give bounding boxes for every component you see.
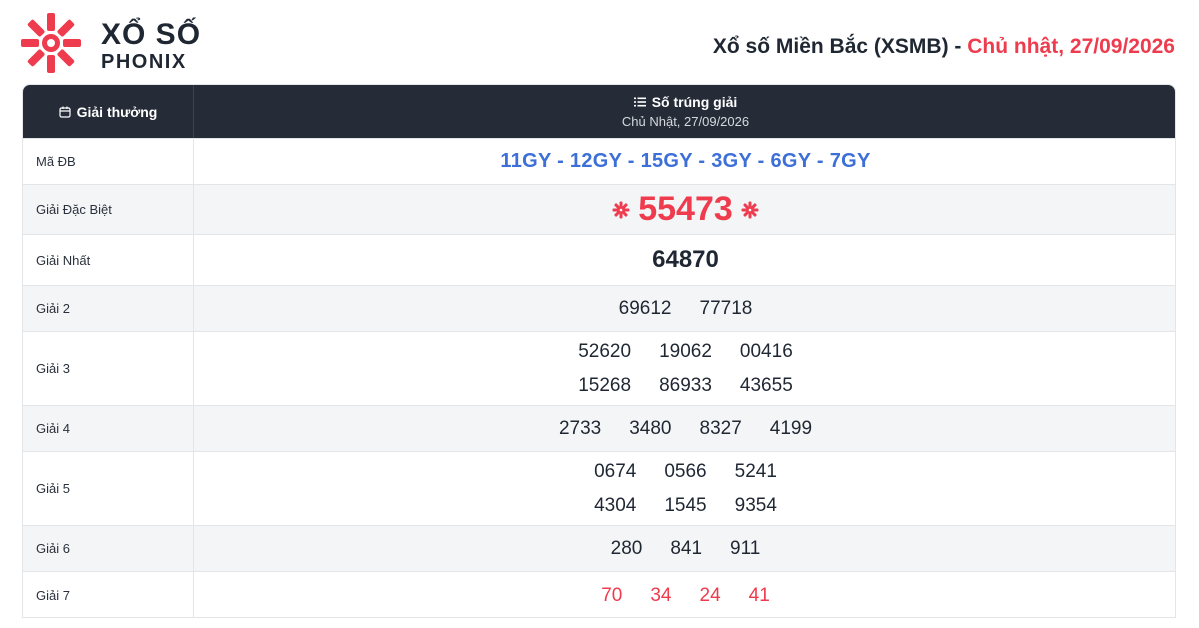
row-label: Giải Nhất: [23, 235, 194, 285]
results-table: Giải thưởng Số trúng giải Chủ Nhật, 27/0…: [22, 84, 1176, 618]
prize-number: 4199: [769, 417, 813, 439]
header-draw-date: Chủ Nhật, 27/09/2026: [621, 114, 750, 129]
flower-icon: [741, 201, 759, 218]
brand-wordmark[interactable]: XỔ SỐ PHONIX: [101, 18, 202, 74]
prize-number: 1545: [664, 494, 707, 516]
page-header: XỔ SỐ PHONIX Xổ số Miền Bắc (XSMB) - Chủ…: [0, 0, 1199, 84]
prize-number: 4304: [594, 494, 637, 516]
row-giai-3: Giải 3 52620 19062 00416 15268 86933 436…: [23, 331, 1175, 405]
row-dac-biet: Giải Đặc Biệt 55473: [23, 184, 1175, 234]
flower-icon: [612, 201, 630, 218]
row-label: Giải Đặc Biệt: [23, 185, 194, 234]
prize-number: 0674: [594, 460, 637, 482]
row-ma-db: Mã ĐB 11GY - 12GY - 15GY - 3GY - 6GY - 7…: [23, 138, 1175, 184]
header-numbers-label: Số trúng giải: [651, 94, 738, 110]
prize-number: 5241: [734, 460, 777, 482]
phonix-logo-icon[interactable]: [20, 12, 82, 74]
brand-line2: PHONIX: [101, 51, 187, 73]
prize-number: 0566: [664, 460, 707, 482]
special-prize-number: 55473: [638, 190, 733, 228]
page-title: Xổ số Miền Bắc (XSMB) - Chủ nhật, 27/09/…: [713, 35, 1175, 59]
list-icon: [633, 97, 646, 107]
row-giai-5: Giải 5 0674 0566 5241 4304 1545 9354: [23, 451, 1175, 525]
prize-number: 2733: [558, 417, 602, 439]
prize-number: 34: [650, 584, 672, 606]
prize-number: 19062: [659, 340, 712, 362]
header-prize-label: Giải thưởng: [76, 103, 158, 120]
table-header: Giải thưởng Số trúng giải Chủ Nhật, 27/0…: [23, 85, 1175, 138]
brand-line1: XỔ SỐ: [101, 18, 202, 51]
prize-number: 841: [670, 537, 703, 559]
prize-number: 70: [601, 584, 623, 606]
prize-number: 15268: [578, 374, 632, 396]
calendar-icon: [59, 106, 71, 118]
row-nhat: Giải Nhất 64870: [23, 234, 1175, 285]
prize-number: 43655: [739, 374, 793, 396]
row-giai-7: Giải 7 70 34 24 41: [23, 571, 1175, 617]
row-label: Giải 7: [23, 572, 194, 617]
special-codes: 11GY - 12GY - 15GY - 3GY - 6GY - 7GY: [500, 150, 871, 172]
header-prize-column: Giải thưởng: [23, 85, 194, 138]
row-label: Mã ĐB: [23, 139, 194, 184]
prize-number: 280: [610, 537, 643, 559]
row-label: Giải 4: [23, 406, 194, 451]
prize-number: 69612: [618, 297, 672, 319]
prize-number: 3480: [629, 417, 672, 439]
row-label: Giải 2: [23, 286, 194, 331]
row-giai-4: Giải 4 2733 3480 8327 4199: [23, 405, 1175, 451]
row-label: Giải 3: [23, 332, 194, 405]
prize-number: 9354: [734, 494, 777, 516]
prize-number: 41: [748, 584, 770, 606]
prize-number: 8327: [699, 417, 742, 439]
prize-number: 911: [730, 537, 761, 559]
first-prize-number: 64870: [652, 246, 719, 273]
page-title-main: Xổ số Miền Bắc (XSMB) -: [712, 35, 968, 58]
row-giai-6: Giải 6 280 841 911: [23, 525, 1175, 571]
page-title-date: Chủ nhật, 27/09/2026: [967, 35, 1175, 58]
prize-number: 24: [699, 584, 721, 606]
row-label: Giải 6: [23, 526, 194, 571]
prize-number: 86933: [659, 374, 712, 396]
prize-number: 52620: [578, 340, 632, 362]
row-giai-2: Giải 2 69612 77718: [23, 285, 1175, 331]
prize-number: 00416: [739, 340, 793, 362]
header-numbers-column: Số trúng giải Chủ Nhật, 27/09/2026: [194, 85, 1175, 138]
prize-number: 77718: [699, 297, 753, 319]
row-label: Giải 5: [23, 452, 194, 525]
